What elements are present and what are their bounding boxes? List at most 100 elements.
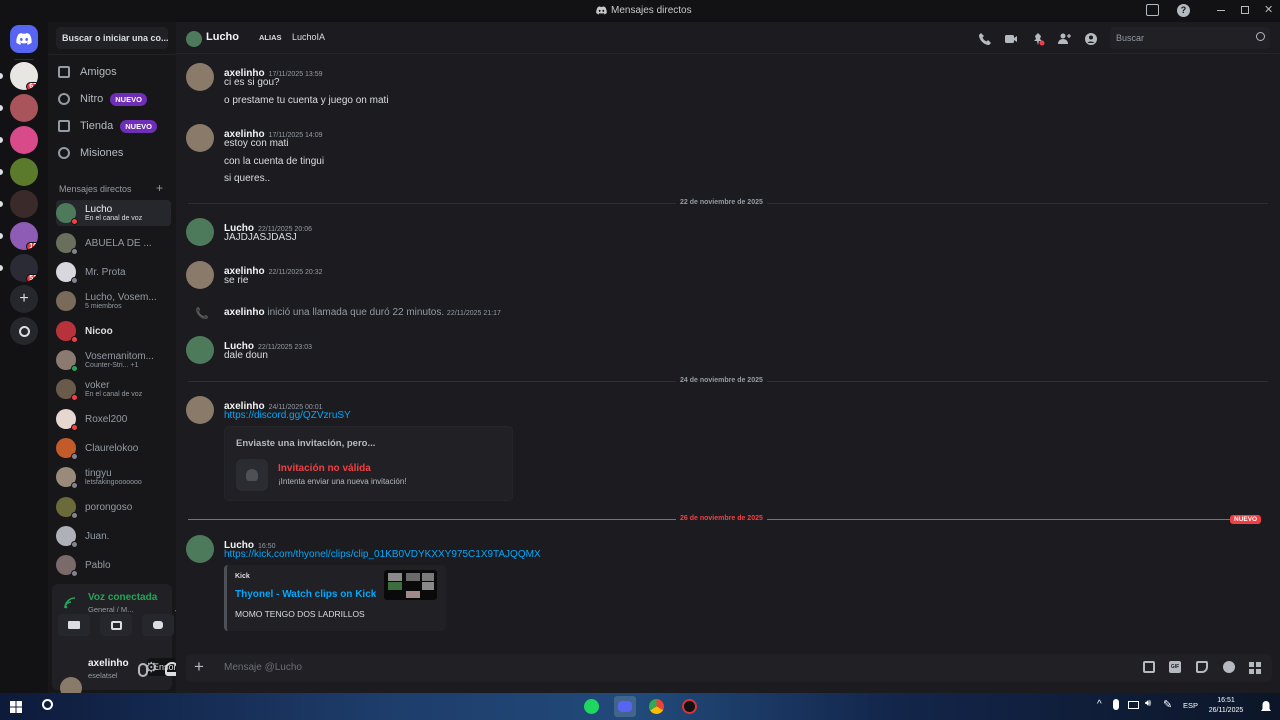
server-rail: 67 16 51 + xyxy=(0,22,48,693)
home-button[interactable] xyxy=(10,25,38,53)
message-avatar[interactable] xyxy=(186,336,214,364)
dm-item[interactable]: Mr. Prota xyxy=(56,259,171,285)
nav-tienda[interactable]: Tienda NUEVO xyxy=(58,115,173,137)
dm-name: ABUELA DE ... xyxy=(85,237,152,249)
embed-title[interactable]: Thyonel - Watch clips on Kick xyxy=(235,589,376,600)
message-text: si queres.. xyxy=(224,173,271,184)
pinned-messages-icon[interactable] xyxy=(1031,32,1045,46)
dm-item[interactable]: porongoso xyxy=(56,494,171,520)
emoji-icon[interactable] xyxy=(1223,661,1235,673)
new-pill: NUEVO xyxy=(110,92,147,106)
add-friends-icon[interactable] xyxy=(1057,32,1071,46)
clip-link[interactable]: https://kick.com/thyonel/clips/clip_01KB… xyxy=(224,549,541,560)
message-text: o prestame tu cuenta y juego on mati xyxy=(224,95,389,106)
dm-item[interactable]: Nicoo xyxy=(56,318,171,344)
minimize-button[interactable] xyxy=(1217,10,1225,11)
nav-nitro[interactable]: Nitro NUEVO xyxy=(58,88,173,110)
create-dm-button[interactable]: + xyxy=(156,181,163,195)
inbox-icon[interactable] xyxy=(1146,4,1159,16)
server-icon[interactable] xyxy=(10,126,38,154)
dm-item[interactable]: ABUELA DE ... xyxy=(56,230,171,256)
dm-avatar xyxy=(56,467,78,489)
apps-icon[interactable] xyxy=(1249,661,1261,674)
dm-subtext: 5 miembros xyxy=(85,303,122,310)
discover-button[interactable] xyxy=(10,317,38,345)
screen-share-button[interactable] xyxy=(100,614,132,636)
server-icon[interactable] xyxy=(10,190,38,218)
taskbar-clock[interactable]: 16:51 26/11/2025 xyxy=(1206,696,1246,716)
server-badge: 67 xyxy=(26,82,38,90)
maximize-button[interactable] xyxy=(1241,6,1249,14)
search-taskbar-icon[interactable] xyxy=(42,699,53,710)
video-call-icon[interactable] xyxy=(1004,32,1018,46)
server-icon[interactable] xyxy=(10,158,38,186)
voice-channel[interactable]: General / M... xyxy=(88,605,133,614)
server-icon[interactable]: 67 xyxy=(10,62,38,90)
voice-call-icon[interactable] xyxy=(978,32,992,46)
search-conversation-button[interactable]: Buscar o iniciar una co... xyxy=(56,27,168,49)
dm-name: tingyu xyxy=(85,468,112,479)
dm-item[interactable]: Juan. xyxy=(56,523,171,549)
nav-misiones[interactable]: Misiones xyxy=(58,142,173,164)
tray-display-icon[interactable] xyxy=(1128,701,1139,709)
user-profile-icon[interactable] xyxy=(1084,32,1098,46)
user-settings-button[interactable]: ⚙ xyxy=(145,659,158,676)
embed-thumbnail[interactable] xyxy=(384,570,437,600)
server-icon[interactable] xyxy=(10,94,38,122)
status-indicator xyxy=(71,277,78,284)
help-icon[interactable]: ? xyxy=(1177,4,1190,17)
dm-item[interactable]: Vosemanitom... Counter-Stri... +1 xyxy=(56,347,171,373)
dm-item[interactable]: Roxel200 xyxy=(56,406,171,432)
keyboard-language[interactable]: ESP xyxy=(1183,701,1198,710)
call-author[interactable]: axelinho xyxy=(224,307,265,318)
dm-item[interactable]: tingyu letsfakingooooooo xyxy=(56,464,171,490)
compass-icon xyxy=(18,325,30,337)
server-icon[interactable]: 51 xyxy=(10,254,38,282)
dm-avatar xyxy=(56,438,78,460)
message-input[interactable]: Mensaje @Lucho xyxy=(224,662,302,673)
search-icon xyxy=(1256,32,1265,41)
dm-avatar xyxy=(56,350,78,372)
gift-icon[interactable] xyxy=(1143,661,1155,673)
attach-plus-icon[interactable]: + xyxy=(194,657,204,677)
dm-item[interactable]: Lucho En el canal de voz xyxy=(56,200,171,226)
activity-button[interactable] xyxy=(142,614,174,636)
dm-name: Roxel200 xyxy=(85,413,128,425)
invite-link[interactable]: https://discord.gg/QZVzruSY xyxy=(224,410,351,421)
dm-item[interactable]: voker En el canal de voz xyxy=(56,376,171,402)
notification-icon[interactable] xyxy=(1261,700,1271,712)
sticker-icon[interactable] xyxy=(1196,661,1208,673)
tray-pen-icon[interactable]: ✎ xyxy=(1163,698,1172,711)
message-avatar[interactable] xyxy=(186,535,214,563)
message-avatar[interactable] xyxy=(186,124,214,152)
dm-item[interactable]: Lucho, Vosem... 5 miembros xyxy=(56,288,171,314)
server-icon[interactable]: 16 xyxy=(10,222,38,250)
title-bar: Mensajes directos ? ✕ xyxy=(0,0,1280,22)
obs-icon[interactable] xyxy=(682,699,697,714)
message-avatar[interactable] xyxy=(186,218,214,246)
shop-icon xyxy=(58,120,70,132)
message-avatar[interactable] xyxy=(186,261,214,289)
gif-icon[interactable]: GIF xyxy=(1169,661,1181,673)
header-search[interactable]: Buscar xyxy=(1110,27,1270,49)
nav-amigos[interactable]: Amigos xyxy=(58,61,173,83)
header-username[interactable]: Lucho xyxy=(206,31,239,43)
message-text: con la cuenta de tingui xyxy=(224,156,325,167)
add-server-button[interactable]: + xyxy=(10,285,38,313)
discord-taskbar-button[interactable] xyxy=(614,696,636,717)
spotify-icon[interactable] xyxy=(584,699,599,714)
dm-item[interactable]: Claurelokoo xyxy=(56,435,171,461)
windows-start-icon[interactable] xyxy=(10,700,22,713)
discord-taskbar-icon xyxy=(618,701,632,712)
close-button[interactable]: ✕ xyxy=(1264,3,1273,16)
dm-item[interactable]: Pablo xyxy=(56,552,171,578)
tray-mic-icon[interactable] xyxy=(1113,699,1119,710)
chrome-icon[interactable] xyxy=(649,699,664,714)
tray-volume-icon[interactable]: 🔊︎ xyxy=(1145,698,1151,709)
camera-button[interactable] xyxy=(58,614,90,636)
message-avatar[interactable] xyxy=(186,63,214,91)
tray-overflow-icon[interactable]: ^ xyxy=(1097,699,1102,710)
message-avatar[interactable] xyxy=(186,396,214,424)
dm-header: Mensajes directos xyxy=(59,184,132,194)
dm-name: porongoso xyxy=(85,501,133,513)
